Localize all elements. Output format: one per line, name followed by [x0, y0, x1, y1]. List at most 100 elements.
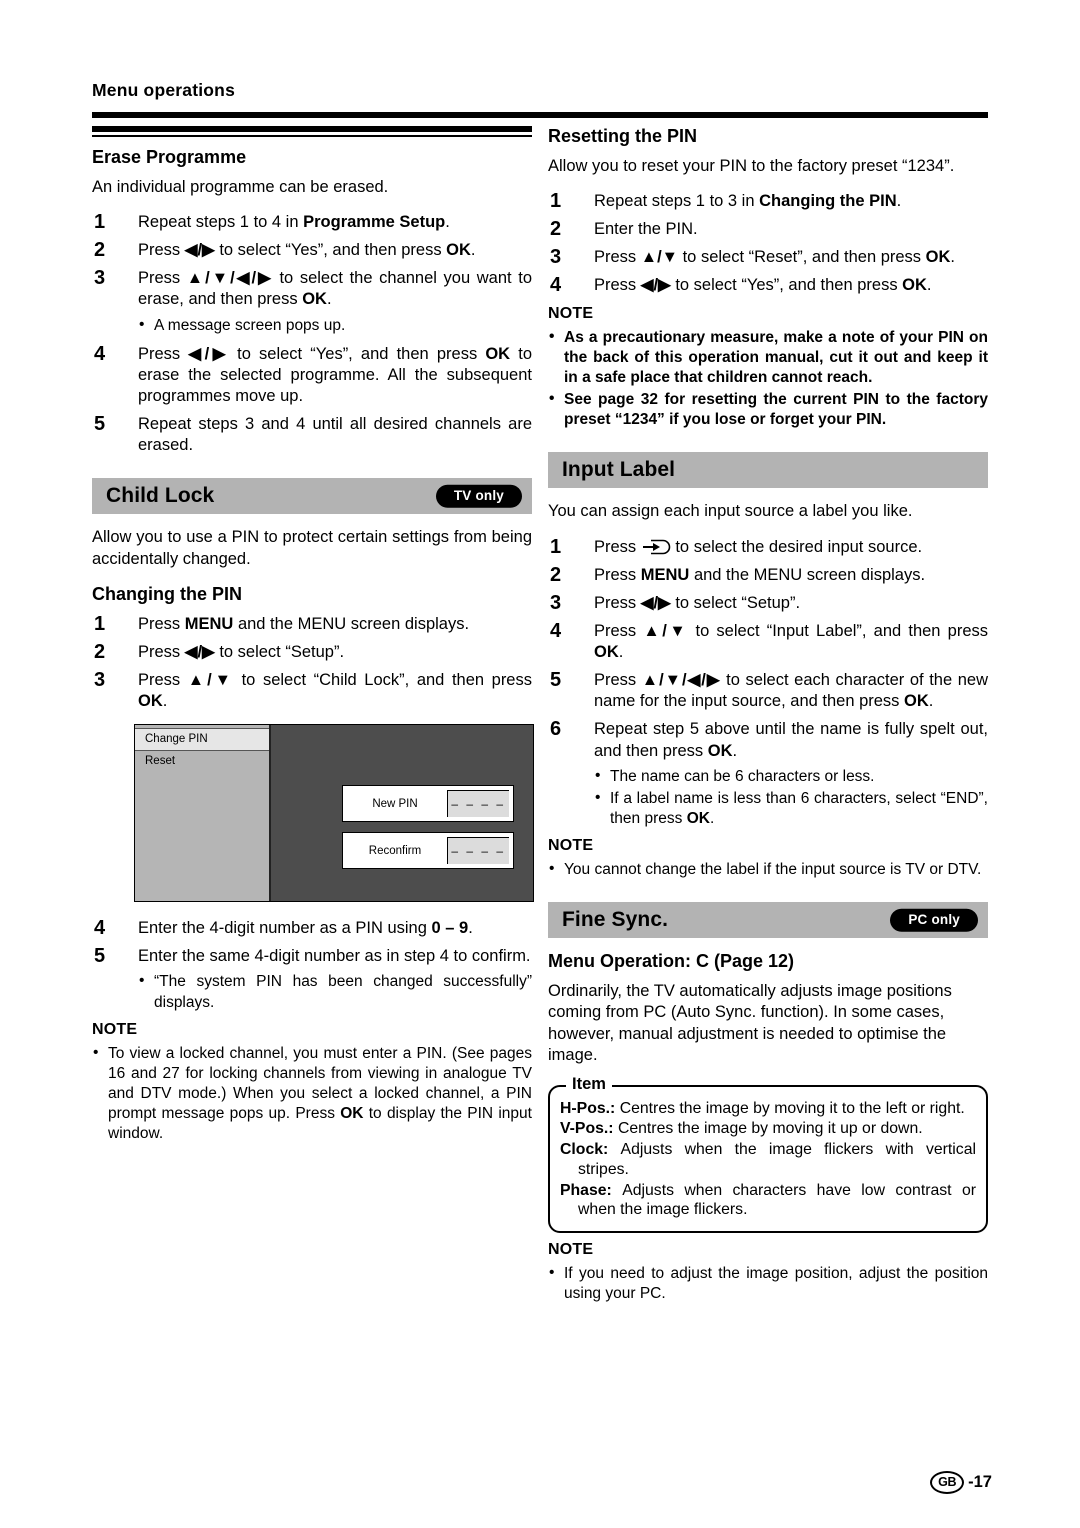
item-row-key: V-Pos.:: [560, 1120, 618, 1138]
step-number: 1: [94, 211, 106, 234]
step-text: Enter the PIN.: [594, 220, 698, 239]
osd-field-reconfirm-label: Reconfirm: [368, 844, 422, 857]
item-row: Clock: Adjusts when the image flickers w…: [560, 1140, 976, 1179]
child-lock-note-label: NOTE: [92, 1020, 138, 1038]
tv-only-badge: TV only: [435, 485, 522, 508]
page-footer: GB -17: [930, 1471, 992, 1494]
step-item: 2 Enter the PIN.: [548, 218, 988, 240]
fine-sync-item-rows: H-Pos.: Centres the image by moving it t…: [560, 1099, 976, 1220]
step-text: Enter the 4-digit number as a PIN using …: [138, 919, 473, 938]
manual-page: Menu operations Erase Programme An indiv…: [0, 0, 1080, 1528]
step-number: 3: [550, 246, 562, 269]
fine-sync-notes: If you need to adjust the image position…: [548, 1263, 988, 1304]
fine-sync-note-label: NOTE: [548, 1241, 594, 1259]
step-text: Press ▲/▼ to select “Input Label”, and t…: [594, 622, 988, 662]
input-label-section-bar: Input Label: [548, 452, 988, 489]
step-item: 2 Press ◀/▶ to select “Yes”, and then pre…: [92, 239, 532, 262]
step-number: 3: [550, 591, 562, 614]
step-text: Press ◀/▶ to select “Yes”, and then pres…: [594, 276, 932, 295]
bullet-item: The name can be 6 characters or less.: [594, 766, 988, 787]
child-lock-title: Child Lock: [106, 484, 215, 508]
bullet-item: If you need to adjust the image position…: [548, 1263, 988, 1304]
step-text: Repeat steps 3 and 4 until all desired c…: [138, 415, 532, 455]
step-item: 4 Press ◀/▶ to select “Yes”, and then pre…: [92, 342, 532, 407]
changing-pin-steps-after: 4 Enter the 4-digit number as a PIN using…: [92, 917, 532, 1013]
item-row: H-Pos.: Centres the image by moving it t…: [560, 1099, 976, 1119]
osd-field-reconfirm-value: – – – –: [447, 837, 509, 865]
child-lock-notes: To view a locked channel, you must enter…: [92, 1043, 532, 1145]
step-bullets: “The system PIN has been changed success…: [138, 971, 532, 1012]
step-item: 4 Press ▲/▼ to select “Input Label”, and …: [548, 620, 988, 663]
child-lock-section-bar: Child Lock TV only: [92, 478, 532, 515]
osd-field-new-pin: New PIN – – – –: [342, 785, 514, 823]
step-item: 3 Press ▲/▼/◀/▶ to select the channel you…: [92, 267, 532, 336]
bullet-item: See page 32 for resetting the current PI…: [548, 389, 988, 430]
step-number: 3: [94, 267, 106, 290]
step-item: 5 Enter the same 4-digit number as in ste…: [92, 945, 532, 1012]
input-label-notes: You cannot change the label if the input…: [548, 859, 988, 880]
step-item: 5 Repeat steps 3 and 4 until all desired …: [92, 413, 532, 456]
step-number: 4: [94, 342, 106, 365]
step-text: Enter the same 4-digit number as in step…: [138, 947, 531, 966]
input-label-intro: You can assign each input source a label…: [548, 502, 913, 521]
step-item: 2 Press ◀/▶ to select “Setup”.: [92, 640, 532, 663]
item-row: V-Pos.: Centres the image by moving it u…: [560, 1119, 976, 1139]
step-bullets: A message screen pops up.: [138, 315, 532, 336]
step-item: 3 Press ▲/▼ to select “Reset”, and then p…: [548, 246, 988, 269]
step-bullets: The name can be 6 characters or less.If …: [594, 766, 988, 829]
step-item: 6 Repeat step 5 above until the name is f…: [548, 718, 988, 829]
item-row-text: Centres the image by moving it up or dow…: [617, 1120, 923, 1138]
item-row-key: H-Pos.:: [560, 1099, 620, 1117]
step-number: 6: [550, 718, 562, 741]
section-double-rule: [92, 126, 532, 137]
step-item: 1 Press to select the desired input sourc…: [548, 535, 988, 558]
fine-sync-menu-operation: Menu Operation: C (Page 12): [548, 951, 795, 972]
step-item: 4 Enter the 4-digit number as a PIN using…: [92, 917, 532, 940]
changing-pin-steps-before: 1 Press MENU and the MENU screen displays…: [92, 612, 532, 712]
step-number: 4: [550, 274, 562, 297]
step-number: 2: [550, 563, 562, 586]
step-item: 1 Press MENU and the MENU screen displays…: [92, 612, 532, 635]
osd-field-reconfirm: Reconfirm – – – –: [342, 832, 514, 870]
item-row-text: Centres the image by moving it to the le…: [619, 1099, 965, 1117]
item-row-text: Adjusts when characters have low contras…: [578, 1181, 976, 1219]
osd-field-new-pin-label: New PIN: [372, 797, 418, 810]
step-text: Press ▲/▼ to select “Reset”, and then pr…: [594, 248, 955, 267]
step-number: 3: [94, 669, 106, 692]
step-text: Repeat steps 1 to 3 in Changing the PIN.: [594, 192, 902, 211]
bullet-item: If a label name is less than 6 character…: [594, 788, 988, 829]
fine-sync-item-box: Item H-Pos.: Centres the image by moving…: [548, 1074, 988, 1234]
step-text: Repeat steps 1 to 4 in Programme Setup.: [138, 213, 450, 232]
resetting-pin-heading: Resetting the PIN: [548, 126, 698, 146]
step-text: Press MENU and the MENU screen displays.: [138, 614, 470, 633]
running-head: Menu operations: [92, 80, 236, 100]
step-number: 5: [94, 945, 106, 968]
bullet-item: “The system PIN has been changed success…: [138, 971, 532, 1012]
step-number: 1: [94, 612, 106, 635]
step-number: 4: [94, 917, 106, 940]
step-number: 1: [550, 535, 562, 558]
item-row: Phase: Adjusts when characters have low …: [560, 1181, 976, 1220]
step-item: 3 Press ◀/▶ to select “Setup”.: [548, 591, 988, 614]
step-item: 2 Press MENU and the MENU screen displays…: [548, 563, 988, 586]
step-text: Press ▲/▼/◀/▶ to select the channel you …: [138, 269, 532, 309]
step-number: 4: [550, 620, 562, 643]
step-number: 2: [94, 239, 106, 262]
step-text: Press ◀/▶ to select “Yes”, and then pres…: [138, 344, 532, 405]
step-item: 4 Press ◀/▶ to select “Yes”, and then pre…: [548, 274, 988, 297]
step-item: 1 Repeat steps 1 to 4 in Programme Setup.: [92, 211, 532, 234]
step-number: 5: [94, 413, 106, 436]
bullet-item: You cannot change the label if the input…: [548, 859, 988, 880]
step-text: Press ◀/▶ to select “Setup”.: [594, 593, 801, 612]
bullet-item: As a precautionary measure, make a note …: [548, 327, 988, 388]
step-text: Press ◀/▶ to select “Setup”.: [138, 642, 345, 661]
osd-menu-item-reset: Reset: [145, 754, 176, 767]
step-number: 2: [94, 640, 106, 663]
pc-only-badge: PC only: [890, 909, 978, 932]
resetting-pin-intro: Allow you to reset your PIN to the facto…: [548, 156, 955, 175]
bullet-item: To view a locked channel, you must enter…: [92, 1043, 532, 1145]
step-text: Press ▲/▼ to select “Child Lock”, and th…: [138, 671, 532, 711]
resetting-pin-notes: As a precautionary measure, make a note …: [548, 327, 988, 431]
step-number: 5: [550, 669, 562, 692]
step-item: 1 Repeat steps 1 to 3 in Changing the PIN…: [548, 190, 988, 212]
